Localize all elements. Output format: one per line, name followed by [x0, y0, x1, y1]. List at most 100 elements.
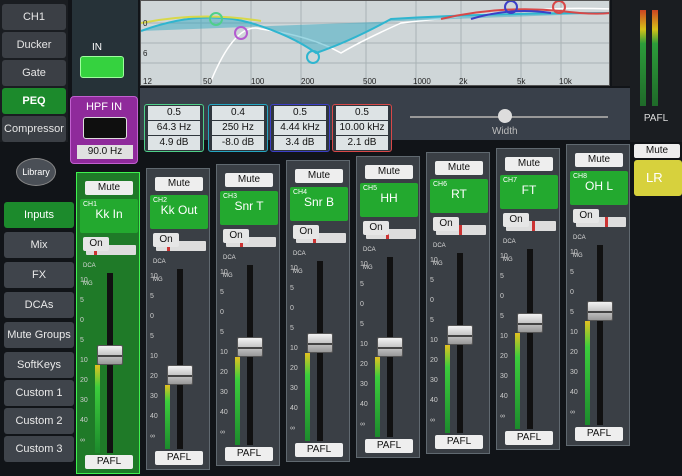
mute-button[interactable]: Mute — [155, 177, 203, 191]
width-slider-knob[interactable] — [498, 109, 512, 123]
nav-custom-2[interactable]: Custom 2 — [4, 408, 74, 434]
tab-ducker[interactable]: Ducker — [2, 32, 66, 58]
tab-ch1[interactable]: CH1 — [2, 4, 66, 30]
channel-strip[interactable]: Mute CH4 Snr B On DCA MG 10 5 0 5 10 20 30 40 ∞ PAFL — [286, 160, 350, 462]
channel-name-box[interactable]: CH1 Kk In — [80, 199, 138, 255]
pafl-button[interactable]: PAFL — [575, 427, 623, 441]
channel-name-box[interactable]: CH4 Snr B — [290, 187, 348, 243]
on-button[interactable]: On — [573, 209, 599, 223]
mute-button[interactable]: Mute — [575, 153, 623, 167]
band-3-q[interactable]: 0.5 — [274, 106, 326, 120]
mute-button[interactable]: Mute — [85, 181, 133, 195]
fader-cap[interactable] — [307, 333, 333, 353]
on-button[interactable]: On — [153, 233, 179, 247]
band-2[interactable]: 0.4 250 Hz -8.0 dB — [208, 104, 268, 152]
band-2-q[interactable]: 0.4 — [212, 106, 264, 120]
nav-softkeys[interactable]: SoftKeys — [4, 352, 74, 378]
master-pafl-button[interactable]: PAFL — [636, 110, 676, 128]
band-1[interactable]: 0.5 64.3 Hz 4.9 dB — [144, 104, 204, 152]
fader-cap[interactable] — [517, 313, 543, 333]
band-2-gain[interactable]: -8.0 dB — [212, 136, 264, 150]
fader-cap[interactable] — [97, 345, 123, 365]
dca-indicator: DCA — [503, 239, 516, 245]
pafl-button[interactable]: PAFL — [435, 435, 483, 449]
band-4-gain[interactable]: 2.1 dB — [336, 136, 388, 150]
eq-graph[interactable]: 0 6 12 50 100 200 500 1000 2k 5k 10k — [140, 0, 610, 86]
channel-strip[interactable]: Mute CH7 FT On DCA MG 10 5 0 5 10 20 30 40 ∞ PAFL — [496, 148, 560, 450]
master-mute-button[interactable]: Mute — [634, 144, 680, 158]
on-button[interactable]: On — [433, 217, 459, 231]
nav-fx[interactable]: FX — [4, 262, 74, 288]
pafl-button[interactable]: PAFL — [505, 431, 553, 445]
fader-scale-label: 10 — [500, 333, 508, 340]
fader-cap[interactable] — [377, 337, 403, 357]
channel-strip[interactable]: Mute CH2 Kk Out On DCA MG 10 5 0 5 10 20 30 40 ∞ PAFL — [146, 168, 210, 470]
level-meter — [235, 357, 240, 445]
fader-cap[interactable] — [587, 301, 613, 321]
on-button[interactable]: On — [363, 221, 389, 235]
channel-strip[interactable]: Mute CH8 OH L On DCA MG 10 5 0 5 10 20 30 40 ∞ PAFL — [566, 144, 630, 446]
channel-name-box[interactable]: CH5 HH — [360, 183, 418, 239]
on-button[interactable]: On — [293, 225, 319, 239]
channel-strip[interactable]: Mute CH3 Snr T On DCA MG 10 5 0 5 10 20 30 40 ∞ PAFL — [216, 164, 280, 466]
band-1-q[interactable]: 0.5 — [148, 106, 200, 120]
tab-peq[interactable]: PEQ — [2, 88, 66, 114]
fader-cap[interactable] — [237, 337, 263, 357]
band-3-gain[interactable]: 3.4 dB — [274, 136, 326, 150]
fader-scale-label: 40 — [150, 413, 158, 420]
channel-strip[interactable]: Mute CH5 HH On DCA MG 10 5 0 5 10 20 30 40 ∞ PAFL — [356, 156, 420, 458]
fader-cap[interactable] — [167, 365, 193, 385]
band-3-freq[interactable]: 4.44 kHz — [274, 121, 326, 135]
fader-track[interactable] — [177, 269, 183, 449]
mute-button[interactable]: Mute — [435, 161, 483, 175]
fader-scale-label: 10 — [220, 269, 228, 276]
nav-mix[interactable]: Mix — [4, 232, 74, 258]
fader-scale-label: 5 — [220, 289, 224, 296]
fader-scale-label: 20 — [360, 361, 368, 368]
fader-scale-label: 10 — [290, 265, 298, 272]
band-4-q[interactable]: 0.5 — [336, 106, 388, 120]
fader-cap[interactable] — [447, 325, 473, 345]
library-button[interactable]: Library — [16, 158, 56, 186]
fader-track[interactable] — [527, 249, 533, 429]
on-button[interactable]: On — [223, 229, 249, 243]
nav-dcas[interactable]: DCAs — [4, 292, 74, 318]
channel-name-box[interactable]: CH8 OH L — [570, 171, 628, 227]
mute-button[interactable]: Mute — [365, 165, 413, 179]
fader-scale-label: 10 — [220, 349, 228, 356]
in-toggle-button[interactable] — [80, 56, 124, 78]
band-1-freq[interactable]: 64.3 Hz — [148, 121, 200, 135]
channel-name-box[interactable]: CH2 Kk Out — [150, 195, 208, 251]
hpf-frequency[interactable]: 90.0 Hz — [77, 145, 133, 159]
band-2-freq[interactable]: 250 Hz — [212, 121, 264, 135]
band-4-freq[interactable]: 10.00 kHz — [336, 121, 388, 135]
pafl-button[interactable]: PAFL — [155, 451, 203, 465]
channel-name-box[interactable]: CH6 RT — [430, 179, 488, 235]
pafl-button[interactable]: PAFL — [85, 455, 133, 469]
mute-button[interactable]: Mute — [505, 157, 553, 171]
mute-button[interactable]: Mute — [295, 169, 343, 183]
nav-inputs[interactable]: Inputs — [4, 202, 74, 228]
master-lr-strip[interactable]: LR — [634, 160, 682, 196]
band-4[interactable]: 0.5 10.00 kHz 2.1 dB — [332, 104, 392, 152]
nav-custom-1[interactable]: Custom 1 — [4, 380, 74, 406]
channel-strip[interactable]: Mute CH1 Kk In On DCA MG 10 5 0 5 10 20 30 40 ∞ PAFL — [76, 172, 140, 474]
mute-button[interactable]: Mute — [225, 173, 273, 187]
channel-strip[interactable]: Mute CH6 RT On DCA MG 10 5 0 5 10 20 30 40 ∞ PAFL — [426, 152, 490, 454]
hpf-toggle-button[interactable] — [83, 117, 127, 139]
freq-label-1000: 1000 — [413, 77, 431, 86]
nav-custom-3[interactable]: Custom 3 — [4, 436, 74, 462]
on-button[interactable]: On — [83, 237, 109, 251]
pafl-button[interactable]: PAFL — [365, 439, 413, 453]
tab-gate[interactable]: Gate — [2, 60, 66, 86]
fader-track[interactable] — [597, 245, 603, 425]
channel-name-box[interactable]: CH3 Snr T — [220, 191, 278, 247]
band-1-gain[interactable]: 4.9 dB — [148, 136, 200, 150]
tab-compressor[interactable]: Compressor — [2, 116, 66, 142]
band-3[interactable]: 0.5 4.44 kHz 3.4 dB — [270, 104, 330, 152]
channel-name-box[interactable]: CH7 FT — [500, 175, 558, 231]
on-button[interactable]: On — [503, 213, 529, 227]
pafl-button[interactable]: PAFL — [295, 443, 343, 457]
pafl-button[interactable]: PAFL — [225, 447, 273, 461]
nav-mute-groups[interactable]: Mute Groups — [4, 322, 74, 348]
